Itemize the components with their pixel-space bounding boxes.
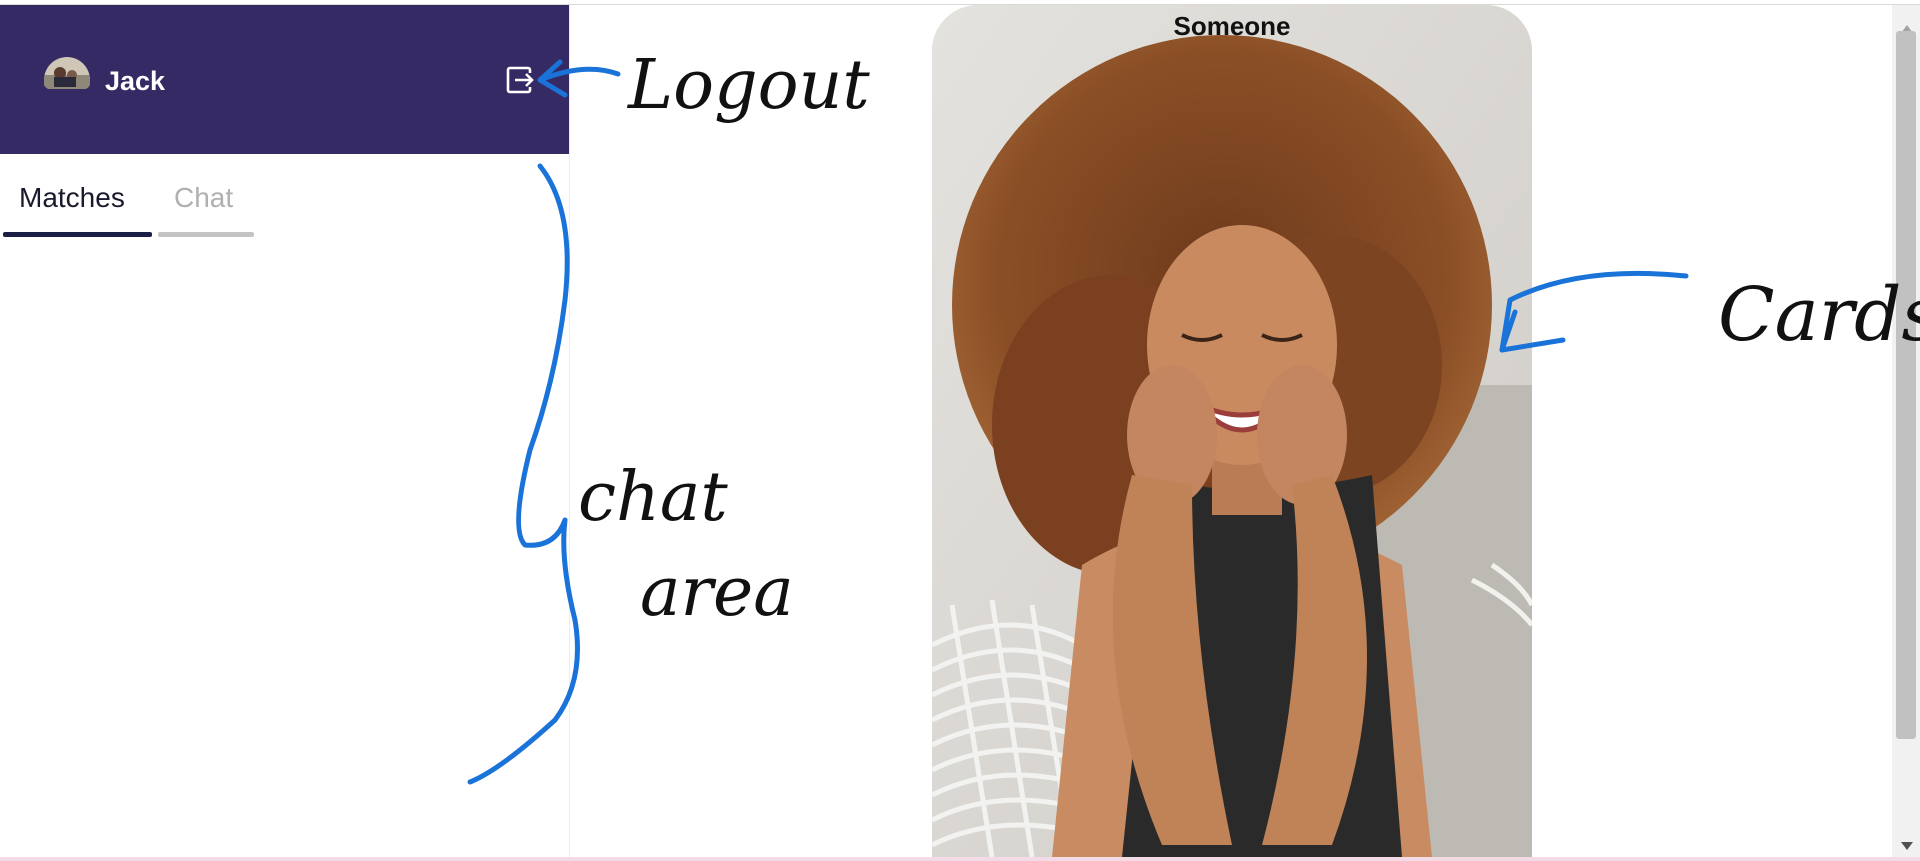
tab-matches[interactable]: Matches bbox=[3, 154, 152, 237]
profile-card[interactable]: Someone bbox=[932, 5, 1532, 857]
card-name: Someone bbox=[1173, 11, 1291, 41]
avatar[interactable] bbox=[44, 57, 90, 89]
page-scrollbar[interactable] bbox=[1892, 5, 1920, 857]
logout-icon bbox=[506, 66, 534, 94]
scroll-thumb[interactable] bbox=[1896, 31, 1916, 739]
tab-matches-label: Matches bbox=[19, 182, 125, 213]
main-content: Someone bbox=[570, 5, 1892, 857]
sidebar-tabs: Matches Chat bbox=[0, 154, 569, 239]
sidebar: Jack Matches Chat bbox=[0, 5, 570, 857]
scroll-down-arrow-icon[interactable] bbox=[1901, 842, 1913, 850]
tab-chat-indicator bbox=[158, 232, 254, 237]
profile-photo bbox=[932, 5, 1532, 857]
tab-matches-indicator bbox=[3, 232, 152, 237]
sidebar-header: Jack bbox=[0, 5, 569, 154]
window-bottom-border bbox=[0, 857, 1920, 861]
logout-button[interactable] bbox=[505, 65, 535, 95]
tab-chat[interactable]: Chat bbox=[158, 154, 254, 237]
username: Jack bbox=[105, 66, 166, 96]
tab-chat-label: Chat bbox=[174, 182, 234, 213]
chat-area[interactable] bbox=[0, 239, 569, 857]
